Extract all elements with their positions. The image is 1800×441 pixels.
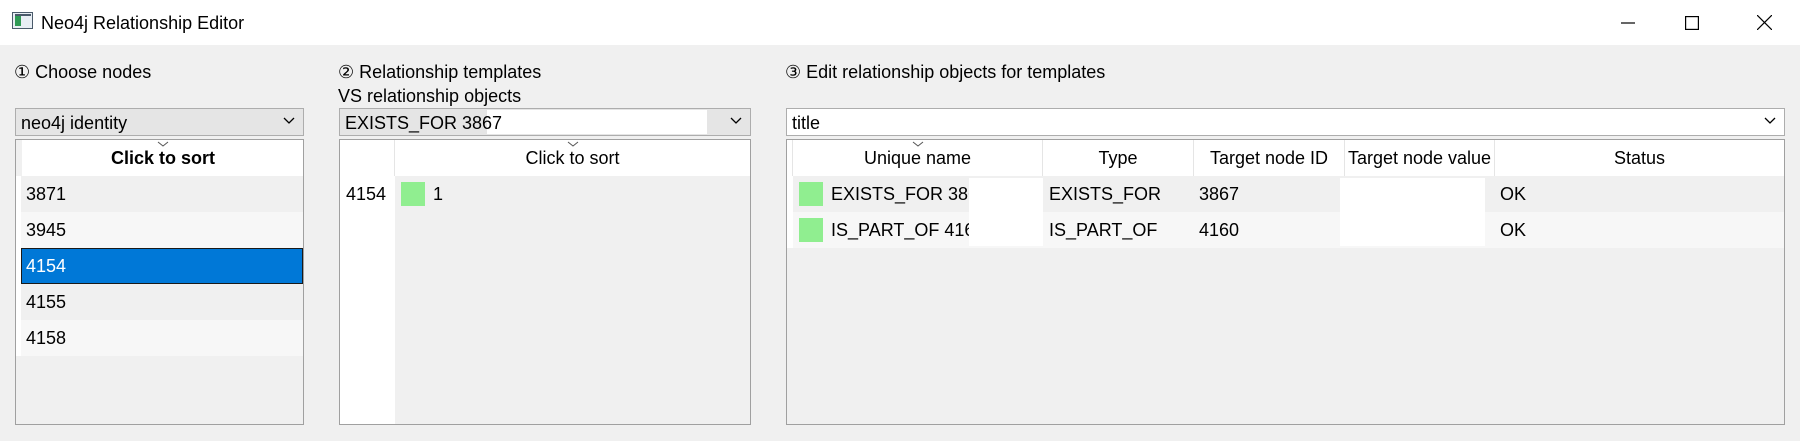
node-row-4158[interactable]: 4158 xyxy=(16,320,303,356)
sort-indicator-icon xyxy=(567,141,578,147)
target-node-id-cell: 3867 xyxy=(1199,183,1240,204)
template-combo-edit-area xyxy=(487,110,707,134)
chevron-down-icon xyxy=(1764,117,1776,124)
status-color-swatch xyxy=(799,218,823,242)
minimize-button[interactable] xyxy=(1592,0,1664,45)
template-row[interactable]: 4154 1 xyxy=(340,176,750,212)
node-list-header[interactable]: Click to sort xyxy=(22,140,303,176)
column-header-unique-name[interactable]: Unique name xyxy=(793,140,1043,176)
edit-relationships-label: ③ Edit relationship objects for template… xyxy=(785,62,1106,82)
column-header-status[interactable]: Status xyxy=(1495,140,1784,176)
status-color-swatch xyxy=(401,182,425,206)
column-header-label: Target node value xyxy=(1347,147,1492,168)
minimize-icon xyxy=(1621,21,1635,24)
node-list-table[interactable]: Click to sort 3871 3945 4154 4155 4158 xyxy=(15,139,304,425)
type-cell: EXISTS_FOR xyxy=(1049,183,1162,204)
node-row-3945[interactable]: 3945 xyxy=(16,212,303,248)
status-cell: OK xyxy=(1500,219,1527,240)
property-combo-value: title xyxy=(792,113,821,133)
column-header-label: Unique name xyxy=(863,147,972,168)
node-id: 3871 xyxy=(26,183,67,204)
window-title: Neo4j Relationship Editor xyxy=(41,13,245,33)
column-header-label: Status xyxy=(1613,147,1666,168)
property-combo[interactable]: title xyxy=(786,108,1785,136)
target-node-value-input[interactable] xyxy=(1340,212,1485,246)
column-header-target-node-value[interactable]: Target node value xyxy=(1345,140,1495,176)
template-corner-header xyxy=(340,140,395,176)
app-icon xyxy=(12,12,33,29)
node-row-4154-selected[interactable]: 4154 xyxy=(21,248,303,284)
template-row-header-strip xyxy=(340,176,395,424)
column-header-label: Type xyxy=(1098,147,1138,168)
close-button[interactable] xyxy=(1728,0,1800,45)
node-label-combo-value: neo4j identity xyxy=(21,113,128,133)
node-list-header-label: Click to sort xyxy=(110,147,216,168)
choose-nodes-label: ① Choose nodes xyxy=(14,62,152,82)
status-color-swatch xyxy=(799,182,823,206)
editor-cell[interactable] xyxy=(969,212,1043,246)
editor-cell[interactable] xyxy=(969,178,1043,212)
node-id: 3945 xyxy=(26,219,67,240)
relationship-templates-label: ② Relationship templates xyxy=(338,62,542,82)
node-id: 4155 xyxy=(26,291,67,312)
template-combo-value: EXISTS_FOR 3867 xyxy=(345,113,503,133)
template-row-value: 1 xyxy=(433,183,444,204)
sort-indicator-icon xyxy=(157,141,169,147)
column-header-label: Target node ID xyxy=(1209,147,1329,168)
status-cell: OK xyxy=(1500,183,1527,204)
relationship-row[interactable]: IS_PART_OF 4160 IS_PART_OF 4160 OK xyxy=(787,212,1784,248)
relationship-row[interactable]: EXISTS_FOR 3867 EXISTS_FOR 3867 OK xyxy=(787,176,1784,212)
column-header-target-node-id[interactable]: Target node ID xyxy=(1194,140,1345,176)
node-id: 4158 xyxy=(26,327,67,348)
sort-indicator-icon xyxy=(912,141,923,147)
template-combo[interactable]: EXISTS_FOR 3867 xyxy=(339,108,751,136)
unique-name-cell: EXISTS_FOR 3867 xyxy=(831,183,989,204)
title-bar: Neo4j Relationship Editor xyxy=(0,0,1800,45)
relationship-table[interactable]: Unique name Type Target node ID Target n… xyxy=(786,139,1785,425)
close-icon xyxy=(1756,15,1772,30)
node-row-4155[interactable]: 4155 xyxy=(16,284,303,320)
row-header-cell xyxy=(787,176,793,212)
target-node-id-cell: 4160 xyxy=(1199,219,1240,240)
relationship-objects-label: VS relationship objects xyxy=(338,86,522,106)
template-header[interactable]: Click to sort xyxy=(395,140,750,176)
template-row-id: 4154 xyxy=(346,183,387,204)
template-header-label: Click to sort xyxy=(525,147,620,168)
node-id: 4154 xyxy=(26,255,67,276)
row-header-cell xyxy=(787,212,793,248)
unique-name-cell: IS_PART_OF 4160 xyxy=(831,219,985,240)
type-cell: IS_PART_OF xyxy=(1049,219,1158,240)
row-header-strip xyxy=(16,176,21,356)
template-table[interactable]: Click to sort 4154 1 xyxy=(339,139,751,425)
node-row-3871[interactable]: 3871 xyxy=(16,176,303,212)
node-label-combo[interactable]: neo4j identity xyxy=(15,108,304,136)
chevron-down-icon xyxy=(283,117,295,124)
chevron-down-icon xyxy=(730,117,742,124)
maximize-icon xyxy=(1685,15,1699,30)
maximize-button[interactable] xyxy=(1656,0,1728,45)
column-header-type[interactable]: Type xyxy=(1043,140,1194,176)
target-node-value-input[interactable] xyxy=(1340,178,1485,212)
